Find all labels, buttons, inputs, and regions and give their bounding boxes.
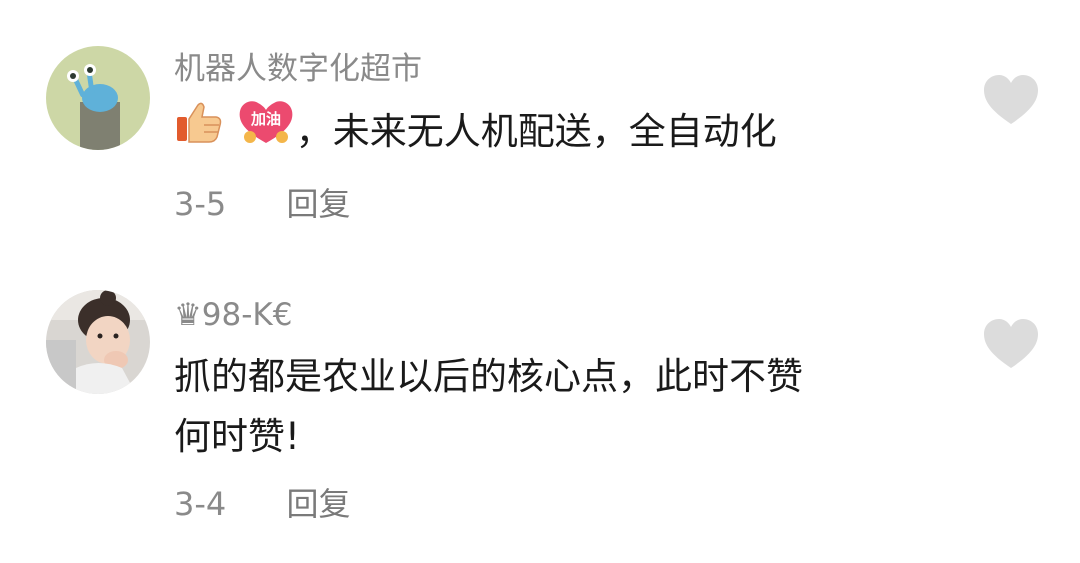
avatar-image — [46, 290, 150, 394]
like-button[interactable] — [982, 74, 1040, 126]
sticker-label: 加油 — [250, 110, 281, 128]
comment-date: 3-5 — [174, 185, 227, 223]
crown-icon: ♛ — [174, 297, 202, 333]
avatar-image — [46, 46, 150, 150]
reply-button[interactable]: 回复 — [286, 485, 350, 523]
heart-icon — [984, 319, 1038, 368]
username[interactable]: 机器人数字化超市 — [174, 54, 422, 85]
comment-list: 机器人数字化超市 加油 ，未来无人机配送，全自动化 3-5 回复 ♛98-K€ … — [0, 0, 1080, 563]
avatar[interactable] — [46, 46, 150, 150]
username[interactable]: ♛98-K€ — [174, 300, 292, 331]
comment-text: 加油 ，未来无人机配送，全自动化 — [174, 99, 934, 165]
thumbs-up-icon — [174, 99, 224, 163]
reply-button[interactable]: 回复 — [286, 185, 350, 223]
heart-icon — [984, 75, 1038, 124]
comment-meta: 3-4 回复 — [174, 488, 350, 520]
comment-text: 抓的都是农业以后的核心点，此时不赞 何时赞! — [174, 355, 803, 458]
comment-date: 3-4 — [174, 485, 227, 523]
like-button[interactable] — [982, 318, 1040, 370]
avatar[interactable] — [46, 290, 150, 394]
jiayou-sticker-icon: 加油 — [236, 97, 296, 165]
comment-meta: 3-5 回复 — [174, 188, 350, 220]
